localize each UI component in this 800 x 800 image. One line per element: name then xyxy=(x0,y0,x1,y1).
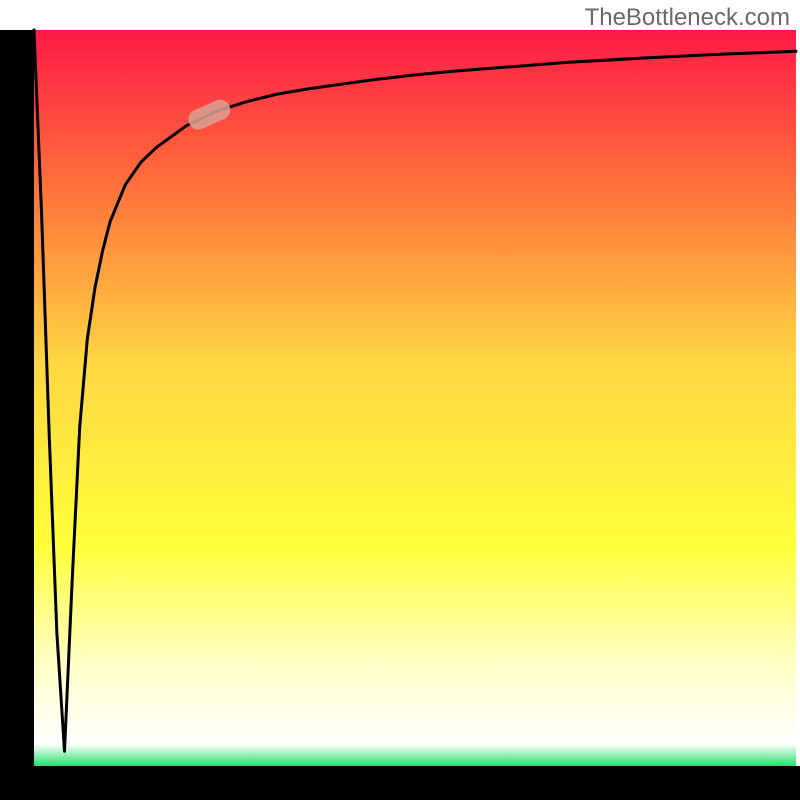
axis-frame-bottom xyxy=(0,766,800,800)
chart-svg xyxy=(0,0,800,800)
plot-background-gradient xyxy=(34,30,796,766)
chart-stage: TheBottleneck.com xyxy=(0,0,800,800)
attribution-text: TheBottleneck.com xyxy=(585,4,790,32)
axis-frame-left xyxy=(0,30,34,800)
